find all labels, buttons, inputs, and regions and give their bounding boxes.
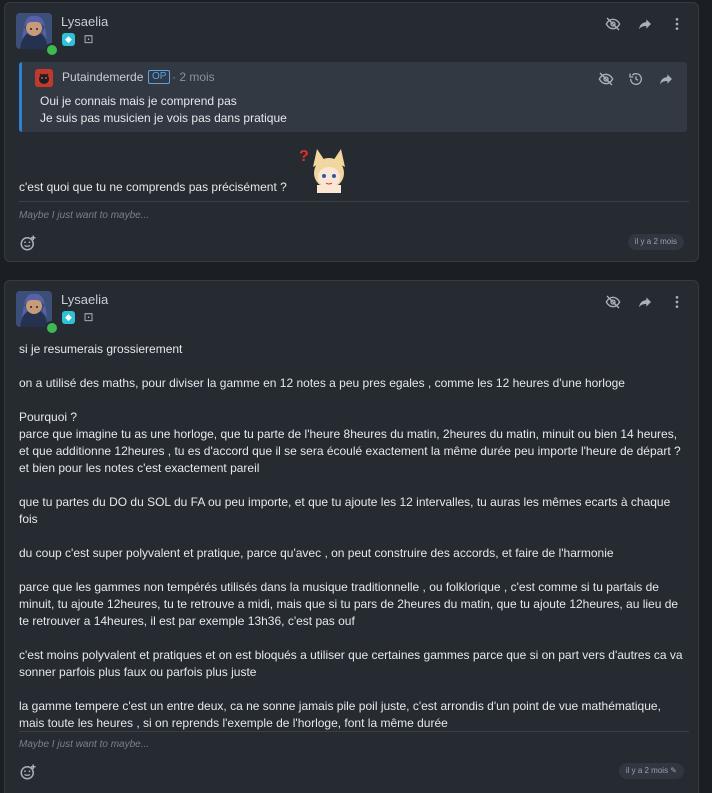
comment-body: si je resumerais grossierement on a util… — [19, 341, 689, 732]
share-icon[interactable] — [657, 70, 675, 88]
post-actions — [604, 293, 686, 311]
history-icon[interactable] — [627, 70, 645, 88]
paragraph: du coup c'est super polyvalent et pratiq… — [19, 546, 614, 560]
signature-text: Maybe I just want to maybe... — [19, 739, 150, 750]
hide-eye-slash-icon[interactable] — [604, 293, 622, 311]
online-status-indicator — [45, 321, 59, 335]
post-timestamp[interactable]: il y a 2 mois ✎ — [618, 763, 684, 779]
username[interactable]: Lysaelia — [61, 14, 108, 29]
signature-divider — [19, 201, 689, 202]
more-options-icon[interactable] — [668, 15, 686, 33]
op-badge: OP — [148, 70, 171, 84]
share-icon[interactable] — [636, 15, 654, 33]
paragraph: Pourquoi ? — [19, 410, 78, 424]
signature-divider — [19, 731, 689, 732]
quote-text-line: Je suis pas musicien je vois pas dans pr… — [40, 111, 287, 125]
comment-text: c'est quoi que tu ne comprends pas préci… — [19, 180, 287, 194]
online-status-indicator — [45, 43, 59, 57]
signature-text: Maybe I just want to maybe... — [19, 210, 150, 221]
paragraph: on a utilisé des maths, pour diviser la … — [19, 376, 625, 390]
anime-girl-sticker: ? — [299, 147, 355, 193]
quote-author-avatar[interactable] — [35, 69, 53, 87]
post-actions — [604, 15, 686, 33]
add-reaction-icon[interactable] — [19, 234, 37, 252]
badge-icon: ⊡ — [83, 310, 94, 324]
comment-card: Lysaelia ◆ ⊡ Putaindemerde OP · 2 mois O… — [4, 2, 699, 262]
quote-actions — [597, 70, 675, 88]
comment-card: Lysaelia ◆ ⊡ si je resumerais grossierem… — [4, 280, 699, 793]
quote-author-name[interactable]: Putaindemerde — [62, 70, 143, 84]
paragraph: parce que imagine tu as une horloge, que… — [19, 427, 681, 475]
paragraph: la gamme tempere c'est un entre deux, ca… — [19, 699, 661, 730]
post-timestamp[interactable]: il y a 2 mois — [627, 234, 684, 250]
quoted-comment: Putaindemerde OP · 2 mois Oui je connais… — [19, 62, 687, 132]
paragraph: parce que les gammes non tempérés utilis… — [19, 580, 679, 628]
paragraph: c'est moins polyvalent et pratiques et o… — [19, 648, 683, 679]
paragraph: si je resumerais grossierement — [19, 342, 183, 356]
quote-timestamp: · 2 mois — [172, 70, 215, 84]
username[interactable]: Lysaelia — [61, 292, 108, 307]
quote-text-line: Oui je connais mais je comprend pas — [40, 94, 237, 108]
hide-eye-slash-icon[interactable] — [597, 70, 615, 88]
share-icon[interactable] — [636, 293, 654, 311]
gem-badge-icon: ◆ — [62, 311, 75, 324]
add-reaction-icon[interactable] — [19, 763, 37, 781]
paragraph: que tu partes du DO du SOL du FA ou peu … — [19, 495, 671, 526]
timestamp-label: il y a 2 mois — [625, 766, 669, 775]
more-options-icon[interactable] — [668, 293, 686, 311]
gem-badge-icon: ◆ — [62, 33, 75, 46]
badge-icon: ⊡ — [83, 32, 94, 46]
hide-eye-slash-icon[interactable] — [604, 15, 622, 33]
svg-text:?: ? — [299, 148, 309, 165]
edited-pencil-icon: ✎ — [670, 766, 677, 775]
